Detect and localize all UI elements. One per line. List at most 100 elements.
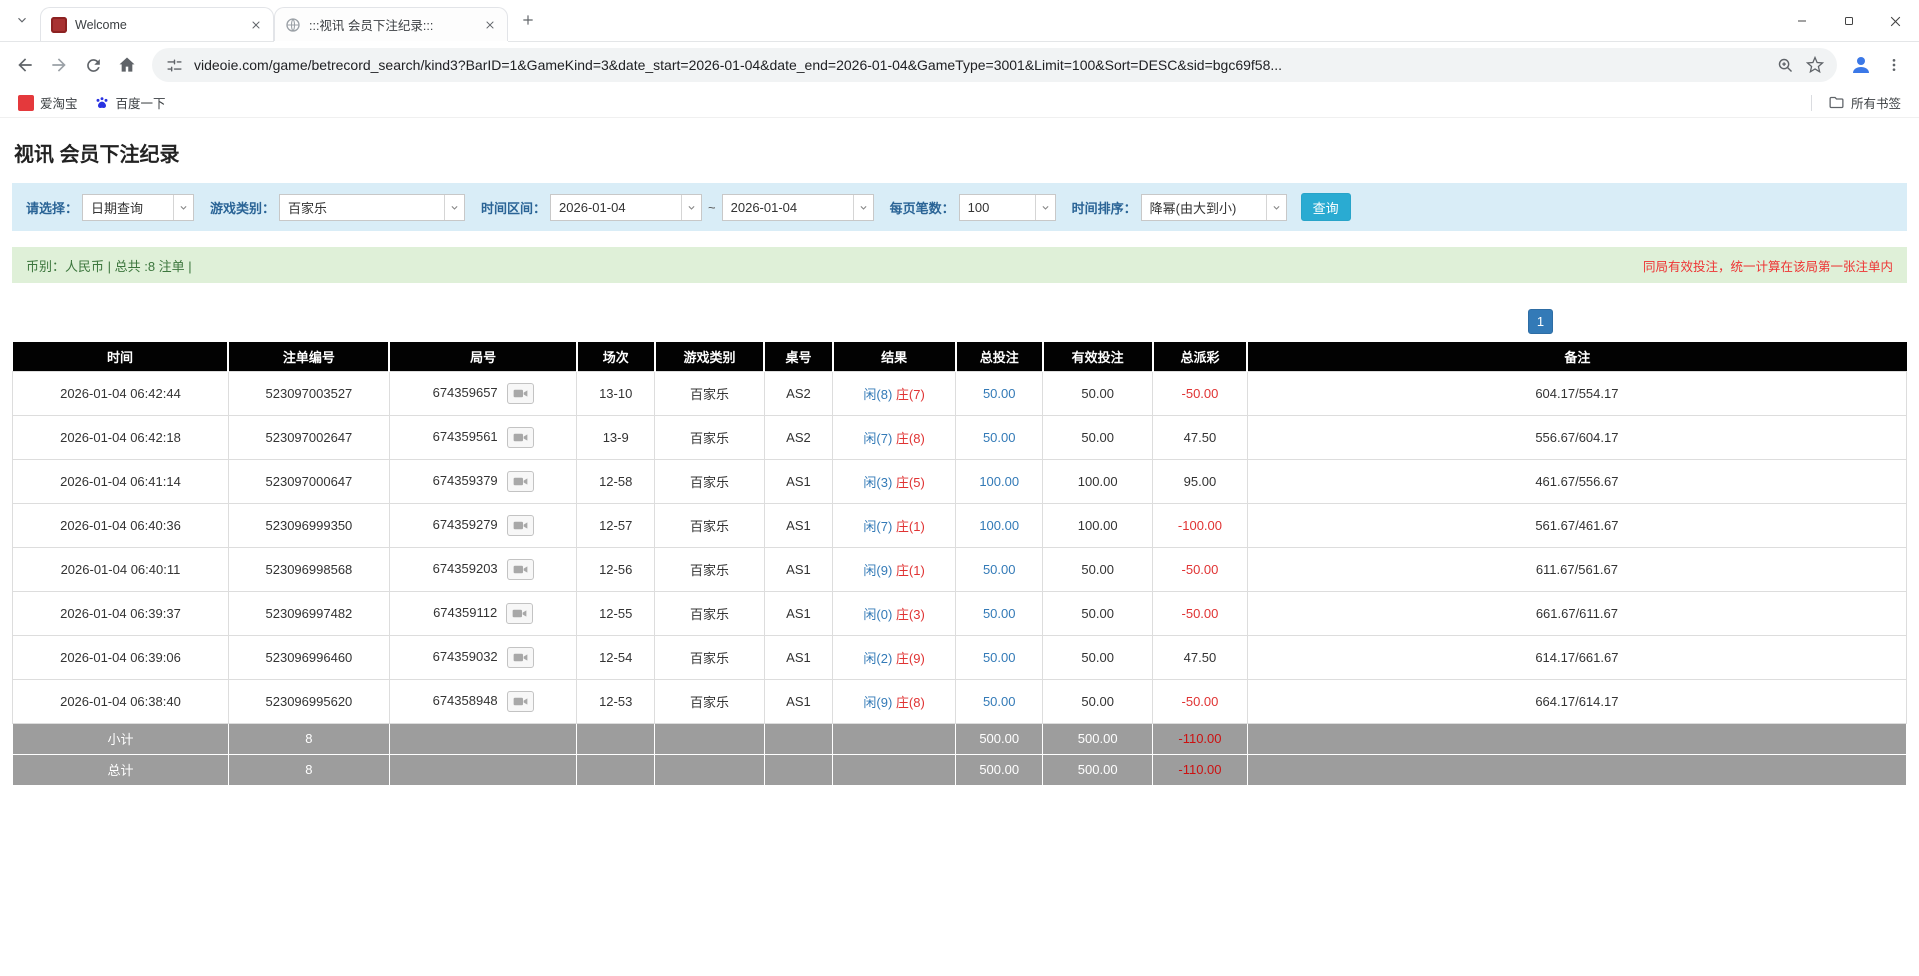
browser-toolbar: videoie.com/game/betrecord_search/kind3?… (0, 42, 1919, 88)
cell-round-id: 674359657 (389, 371, 577, 415)
chevron-down-icon[interactable] (173, 195, 193, 220)
home-button[interactable] (110, 48, 144, 82)
video-replay-button[interactable] (507, 559, 534, 580)
video-replay-button[interactable] (507, 427, 534, 448)
video-replay-button[interactable] (506, 603, 533, 624)
browser-menu-button[interactable] (1877, 48, 1911, 82)
address-bar[interactable]: videoie.com/game/betrecord_search/kind3?… (152, 48, 1837, 82)
tab-betrecord[interactable]: :::视讯 会员下注纪录::: (274, 7, 508, 41)
cell-total-bet[interactable]: 50.00 (956, 635, 1043, 679)
video-camera-icon (513, 476, 528, 487)
search-button[interactable]: 查询 (1301, 193, 1351, 221)
video-camera-icon (512, 608, 527, 619)
cell-session: 12-54 (577, 635, 655, 679)
video-replay-button[interactable] (507, 691, 534, 712)
cell-valid-bet: 50.00 (1043, 415, 1153, 459)
cell-valid-bet: 50.00 (1043, 635, 1153, 679)
all-bookmarks-button[interactable]: 所有书签 (1820, 90, 1909, 115)
empty-cell (577, 754, 655, 785)
tab-close-icon[interactable] (247, 16, 265, 34)
per-page-select[interactable]: 100 (959, 194, 1056, 221)
minimize-button[interactable] (1778, 0, 1825, 42)
game-kind-select[interactable]: 百家乐 (279, 194, 465, 221)
cell-valid-bet: 50.00 (1043, 371, 1153, 415)
sort-select[interactable]: 降幂(由大到小) (1141, 194, 1287, 221)
date-separator: ~ (708, 200, 716, 215)
date-start-select[interactable]: 2026-01-04 (550, 194, 702, 221)
cell-total-bet[interactable]: 50.00 (956, 547, 1043, 591)
chevron-down-icon[interactable] (681, 195, 701, 220)
video-replay-button[interactable] (507, 515, 534, 536)
total-label: 总计 (13, 754, 229, 785)
video-replay-button[interactable] (507, 471, 534, 492)
empty-cell (1247, 723, 1906, 754)
round-id-text: 674359032 (433, 648, 498, 663)
chevron-down-icon[interactable] (1266, 195, 1286, 220)
bookmark-aitaobao[interactable]: 爱淘宝 (10, 90, 86, 115)
zoom-icon[interactable] (1775, 55, 1795, 75)
currency-summary: 币别：人民币 | 总共 :8 注单 | (26, 256, 192, 275)
empty-cell (764, 723, 832, 754)
table-row: 2026-01-04 06:39:06 523096996460 6743590… (13, 635, 1907, 679)
cell-valid-bet: 100.00 (1043, 503, 1153, 547)
maximize-button[interactable] (1825, 0, 1872, 42)
cell-total-bet[interactable]: 50.00 (956, 371, 1043, 415)
cell-total-bet[interactable]: 50.00 (956, 679, 1043, 723)
cell-total-bet[interactable]: 100.00 (956, 503, 1043, 547)
cell-time: 2026-01-04 06:41:14 (13, 459, 229, 503)
cell-time: 2026-01-04 06:40:36 (13, 503, 229, 547)
table-row: 2026-01-04 06:40:36 523096999350 6743592… (13, 503, 1907, 547)
page-1-button[interactable]: 1 (1528, 309, 1553, 334)
site-info-icon[interactable] (164, 55, 184, 75)
bookmark-star-icon[interactable] (1805, 55, 1825, 75)
date-end-select[interactable]: 2026-01-04 (722, 194, 874, 221)
round-id-text: 674359379 (433, 472, 498, 487)
cell-remark: 664.17/614.17 (1247, 679, 1906, 723)
cell-session: 12-56 (577, 547, 655, 591)
video-replay-button[interactable] (507, 647, 534, 668)
round-id-text: 674359112 (433, 604, 497, 619)
cell-game-kind: 百家乐 (655, 415, 765, 459)
result-banker: 庄(1) (896, 519, 925, 534)
cell-bet-id: 523096995620 (228, 679, 389, 723)
cell-total-bet[interactable]: 100.00 (956, 459, 1043, 503)
cell-total-bet[interactable]: 50.00 (956, 415, 1043, 459)
empty-cell (833, 723, 956, 754)
forward-button[interactable] (42, 48, 76, 82)
new-tab-button[interactable] (514, 6, 542, 34)
cell-remark: 604.17/554.17 (1247, 371, 1906, 415)
cell-payout: -100.00 (1153, 503, 1248, 547)
chevron-down-icon[interactable] (444, 195, 464, 220)
empty-cell (655, 723, 765, 754)
chevron-down-icon[interactable] (1035, 195, 1055, 220)
profile-avatar[interactable] (1845, 49, 1877, 81)
sort-label: 时间排序： (1072, 198, 1137, 217)
cell-payout: -50.00 (1153, 591, 1248, 635)
filter-bar: 请选择： 日期查询 游戏类别： 百家乐 时间区间： 2026-01-04 ~ 2… (12, 183, 1907, 231)
url-text[interactable]: videoie.com/game/betrecord_search/kind3?… (194, 57, 1765, 73)
aitaobao-icon (18, 95, 34, 111)
cell-round-id: 674359561 (389, 415, 577, 459)
cell-remark: 614.17/661.67 (1247, 635, 1906, 679)
three-dot-menu-icon (1886, 57, 1902, 73)
cell-total-bet[interactable]: 50.00 (956, 591, 1043, 635)
back-button[interactable] (8, 48, 42, 82)
tab-title: Welcome (75, 18, 239, 32)
cell-round-id: 674359379 (389, 459, 577, 503)
tab-welcome[interactable]: Welcome (40, 7, 274, 41)
refresh-button[interactable] (76, 48, 110, 82)
video-replay-button[interactable] (507, 383, 534, 404)
cell-payout: -50.00 (1153, 547, 1248, 591)
cell-result: 闲(9) 庄(8) (833, 679, 956, 723)
result-banker: 庄(7) (896, 387, 925, 402)
subtotal-count: 8 (228, 723, 389, 754)
bookmark-baidu[interactable]: 百度一下 (86, 90, 174, 115)
tab-search-button[interactable] (8, 6, 36, 34)
tab-close-icon[interactable] (481, 16, 499, 34)
home-icon (117, 55, 137, 75)
query-type-select[interactable]: 日期查询 (82, 194, 194, 221)
page-content: 视讯 会员下注纪录 请选择： 日期查询 游戏类别： 百家乐 时间区间： 2026… (0, 138, 1919, 786)
chevron-down-icon[interactable] (853, 195, 873, 220)
close-window-button[interactable] (1872, 0, 1919, 42)
game-kind-value: 百家乐 (280, 198, 444, 217)
